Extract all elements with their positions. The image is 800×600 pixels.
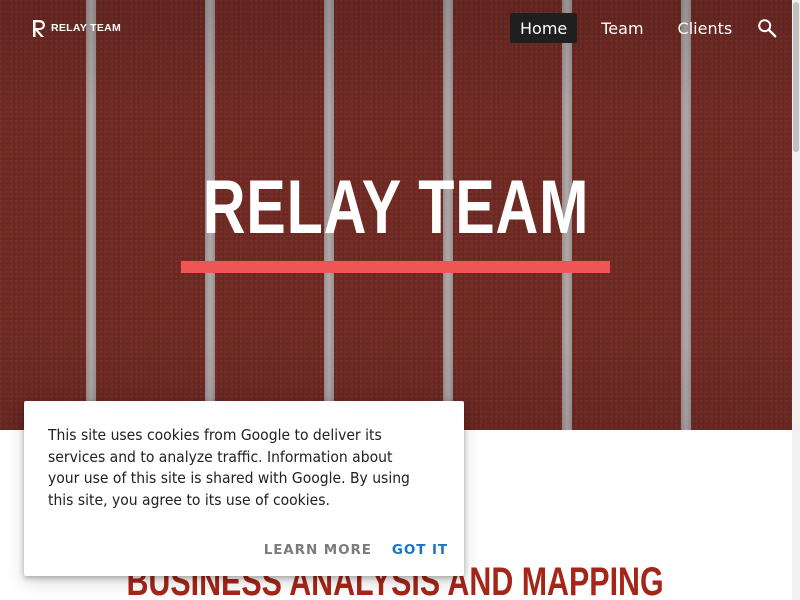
main-nav: Home Team Clients	[510, 13, 756, 43]
cookie-notice: This site uses cookies from Google to de…	[24, 401, 464, 576]
cookie-message: This site uses cookies from Google to de…	[48, 426, 410, 509]
hero-banner: RELAY TEAM Home Team Clients RELAY TEAM	[0, 0, 792, 430]
scrollbar-thumb[interactable]	[793, 2, 799, 152]
logo-text: RELAY TEAM	[51, 22, 122, 34]
title-underline	[181, 261, 610, 273]
r-logo-icon	[33, 19, 45, 37]
search-button[interactable]	[756, 17, 778, 39]
got-it-button[interactable]: GOT IT	[392, 538, 448, 562]
nav-item-clients[interactable]: Clients	[668, 13, 743, 43]
learn-more-button[interactable]: LEARN MORE	[264, 538, 372, 562]
site-logo[interactable]: RELAY TEAM	[32, 18, 121, 38]
nav-item-team[interactable]: Team	[591, 13, 653, 43]
page: RELAY TEAM Home Team Clients RELAY TEAM …	[0, 0, 800, 600]
nav-item-home[interactable]: Home	[510, 13, 578, 43]
search-icon	[758, 19, 777, 38]
hero-title: RELAY TEAM	[202, 165, 590, 250]
cookie-actions: LEARN MORE GOT IT	[264, 538, 448, 562]
